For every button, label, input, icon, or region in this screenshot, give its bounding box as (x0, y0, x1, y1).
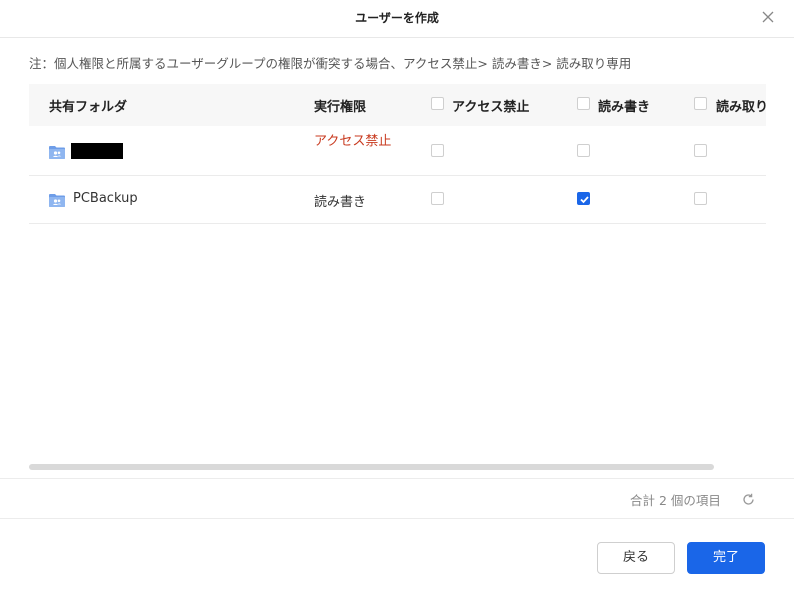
readonly-checkbox[interactable] (694, 144, 707, 157)
shared-folder-icon (49, 144, 65, 159)
shared-folder-icon (49, 192, 65, 207)
permission-table: 共有フォルダ 実行権限 アクセス禁止 読み書き 読み取り アクセス禁止 PCBa… (29, 84, 766, 464)
effective-permission: 読み書き (314, 195, 367, 210)
close-icon[interactable] (760, 9, 776, 25)
deny-checkbox[interactable] (431, 144, 444, 157)
dialog-header: ユーザーを作成 (0, 0, 794, 38)
header-shared-folder: 共有フォルダ (49, 100, 128, 115)
done-button[interactable]: 完了 (687, 542, 765, 574)
divider (0, 478, 794, 479)
deny-checkbox[interactable] (431, 192, 444, 205)
table-row[interactable]: アクセス禁止 (29, 126, 766, 176)
readonly-checkbox[interactable] (694, 192, 707, 205)
header-readwrite-checkbox[interactable] (577, 97, 590, 110)
conflict-note: 注：個人権限と所属するユーザーグループの権限が衝突する場合、アクセス禁止> 読み… (29, 56, 632, 71)
readwrite-checkbox[interactable] (577, 192, 590, 205)
header-readwrite: 読み書き (598, 100, 651, 115)
check-icon (580, 196, 589, 204)
dialog-title: ユーザーを作成 (355, 11, 439, 25)
horizontal-scrollbar[interactable] (29, 464, 714, 470)
header-deny: アクセス禁止 (452, 100, 530, 115)
refresh-icon[interactable] (742, 491, 755, 505)
table-header: 共有フォルダ 実行権限 アクセス禁止 読み書き 読み取り (29, 84, 766, 126)
redacted-folder-name (71, 143, 123, 159)
item-count: 合計 2 個の項目 (630, 493, 721, 508)
divider (0, 518, 794, 519)
header-readonly-checkbox[interactable] (694, 97, 707, 110)
table-row[interactable]: PCBackup 読み書き (29, 176, 766, 224)
folder-name: PCBackup (73, 191, 138, 206)
header-deny-checkbox[interactable] (431, 97, 444, 110)
readwrite-checkbox[interactable] (577, 144, 590, 157)
back-button[interactable]: 戻る (597, 542, 675, 574)
header-effective-permission: 実行権限 (314, 100, 367, 115)
create-user-dialog: ユーザーを作成 注：個人権限と所属するユーザーグループの権限が衝突する場合、アク… (0, 0, 794, 596)
effective-permission: アクセス禁止 (314, 134, 392, 149)
header-readonly: 読み取り (716, 100, 766, 115)
